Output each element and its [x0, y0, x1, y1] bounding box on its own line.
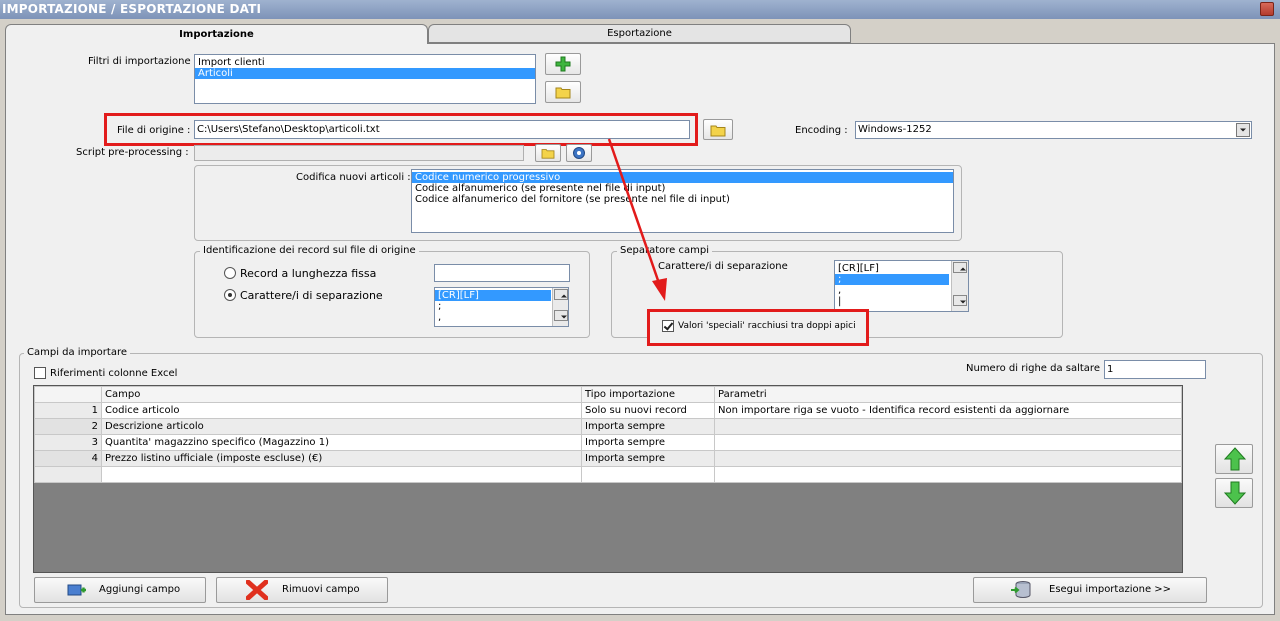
coding-option[interactable]: Codice alfanumerico del fornitore (se pr…: [412, 194, 953, 205]
record-sep-option[interactable]: ,: [435, 312, 568, 323]
filters-label: Filtri di importazione :: [88, 56, 198, 67]
cell-parametri[interactable]: [714, 466, 1182, 483]
script-input[interactable]: [194, 145, 524, 161]
field-separator-label: Carattere/i di separazione: [658, 261, 788, 272]
excel-columns-checkbox[interactable]: [34, 367, 46, 379]
annotation-arrow-icon: [607, 138, 667, 301]
cell-tipo[interactable]: Solo su nuovi record: [581, 402, 715, 419]
table-row[interactable]: 3 Quantita' magazzino specifico (Magazzi…: [34, 434, 1182, 451]
table-row[interactable]: 1 Codice articolo Solo su nuovi record N…: [34, 402, 1182, 419]
row-number: 2: [34, 418, 102, 435]
record-separator-list[interactable]: [CR][LF] ; ,: [434, 287, 569, 327]
record-sep-option[interactable]: ;: [435, 301, 568, 312]
cell-campo[interactable]: Prezzo listino ufficiale (imposte esclus…: [101, 450, 582, 467]
folder-icon: [710, 125, 726, 137]
coding-list[interactable]: Codice numerico progressivo Codice alfan…: [411, 169, 954, 233]
row-number: 4: [34, 450, 102, 467]
record-sep-option-selected[interactable]: [CR][LF]: [435, 290, 551, 301]
cell-parametri[interactable]: Non importare riga se vuoto - Identifica…: [714, 402, 1182, 419]
column-header-tipo[interactable]: Tipo importazione: [581, 386, 715, 403]
record-length-input[interactable]: [434, 264, 570, 282]
fields-title: Campi da importare: [24, 347, 130, 358]
skip-rows-input[interactable]: 1: [1104, 360, 1206, 379]
remove-field-button[interactable]: Rimuovi campo: [216, 577, 388, 603]
add-field-label: Aggiungi campo: [99, 584, 181, 595]
scroll-up-icon[interactable]: [554, 289, 568, 300]
cell-tipo[interactable]: Importa sempre: [581, 418, 715, 435]
scrollbar[interactable]: [552, 288, 568, 326]
browse-script-button[interactable]: [535, 144, 561, 162]
separator-radio[interactable]: [224, 289, 236, 301]
folder-icon: [555, 87, 571, 99]
script-settings-button[interactable]: [566, 144, 592, 162]
plus-icon: [555, 56, 571, 72]
filters-list[interactable]: Import clienti Articoli: [194, 54, 536, 104]
table-row-empty[interactable]: [34, 466, 1182, 483]
red-x-icon: [246, 580, 268, 600]
excel-columns-label: Riferimenti colonne Excel: [50, 368, 178, 379]
cell-campo[interactable]: [101, 466, 582, 483]
scroll-down-icon[interactable]: [554, 310, 568, 321]
cell-tipo[interactable]: Importa sempre: [581, 434, 715, 451]
cell-campo[interactable]: Codice articolo: [101, 402, 582, 419]
arrow-up-icon: [1224, 447, 1246, 471]
row-number-header: [34, 386, 102, 403]
cell-tipo[interactable]: Importa sempre: [581, 450, 715, 467]
scroll-down-icon[interactable]: [953, 295, 967, 306]
separator-label: Carattere/i di separazione: [240, 289, 383, 302]
cell-parametri[interactable]: [714, 434, 1182, 451]
arrow-down-icon: [1224, 481, 1246, 505]
gear-icon: [573, 147, 585, 159]
run-import-label: Esegui importazione >>: [1049, 584, 1172, 595]
table-row[interactable]: 4 Prezzo listino ufficiale (imposte escl…: [34, 450, 1182, 467]
add-filter-button[interactable]: [545, 53, 581, 75]
encoding-value: Windows-1252: [858, 124, 932, 135]
folder-icon: [541, 149, 555, 159]
database-import-icon: [1011, 581, 1031, 599]
filter-item[interactable]: Import clienti: [195, 57, 535, 68]
field-sep-option[interactable]: [CR][LF]: [835, 263, 968, 274]
fixed-length-label: Record a lunghezza fissa: [240, 267, 377, 280]
cell-parametri[interactable]: [714, 450, 1182, 467]
script-label: Script pre-processing :: [76, 147, 189, 158]
row-number: 3: [34, 434, 102, 451]
quotes-label: Valori 'speciali' racchiusi tra doppi ap…: [678, 321, 856, 331]
fields-grid: Campo Tipo importazione Parametri 1 Codi…: [33, 385, 1183, 573]
encoding-label: Encoding :: [795, 125, 848, 136]
coding-option[interactable]: Codice alfanumerico (se presente nel fil…: [412, 183, 953, 194]
cell-tipo[interactable]: [581, 466, 715, 483]
column-header-parametri[interactable]: Parametri: [714, 386, 1182, 403]
field-sep-option-selected[interactable]: ;: [835, 274, 949, 285]
scroll-up-icon[interactable]: [953, 262, 967, 273]
scrollbar[interactable]: [951, 261, 968, 311]
remove-field-label: Rimuovi campo: [282, 584, 360, 595]
row-number: 1: [34, 402, 102, 419]
fixed-length-radio[interactable]: [224, 267, 236, 279]
add-field-button[interactable]: Aggiungi campo: [34, 577, 206, 603]
column-header-campo[interactable]: Campo: [101, 386, 582, 403]
move-down-button[interactable]: [1215, 478, 1253, 508]
row-number: [34, 466, 102, 483]
field-sep-option[interactable]: ,: [835, 285, 968, 296]
open-filter-button[interactable]: [545, 81, 581, 103]
cell-parametri[interactable]: [714, 418, 1182, 435]
cell-campo[interactable]: Descrizione articolo: [101, 418, 582, 435]
record-id-title: Identificazione dei record sul file di o…: [200, 245, 419, 256]
run-import-button[interactable]: Esegui importazione >>: [973, 577, 1207, 603]
quotes-checkbox[interactable]: [662, 320, 674, 332]
table-row[interactable]: 2 Descrizione articolo Importa sempre: [34, 418, 1182, 435]
move-up-button[interactable]: [1215, 444, 1253, 474]
grid-header: Campo Tipo importazione Parametri: [34, 386, 1182, 403]
browse-file-button[interactable]: [703, 119, 733, 140]
coding-option-selected[interactable]: Codice numerico progressivo: [412, 172, 953, 183]
add-field-icon: [67, 584, 86, 596]
skip-rows-label: Numero di righe da saltare :: [966, 363, 1107, 374]
field-sep-option[interactable]: |: [835, 296, 968, 307]
field-separator-list[interactable]: [CR][LF] ; , |: [834, 260, 969, 312]
filter-item-selected[interactable]: Articoli: [195, 68, 535, 79]
cell-campo[interactable]: Quantita' magazzino specifico (Magazzino…: [101, 434, 582, 451]
encoding-select[interactable]: Windows-1252: [855, 121, 1252, 139]
chevron-down-icon[interactable]: [1236, 123, 1250, 137]
coding-label: Codifica nuovi articoli :: [296, 172, 411, 183]
